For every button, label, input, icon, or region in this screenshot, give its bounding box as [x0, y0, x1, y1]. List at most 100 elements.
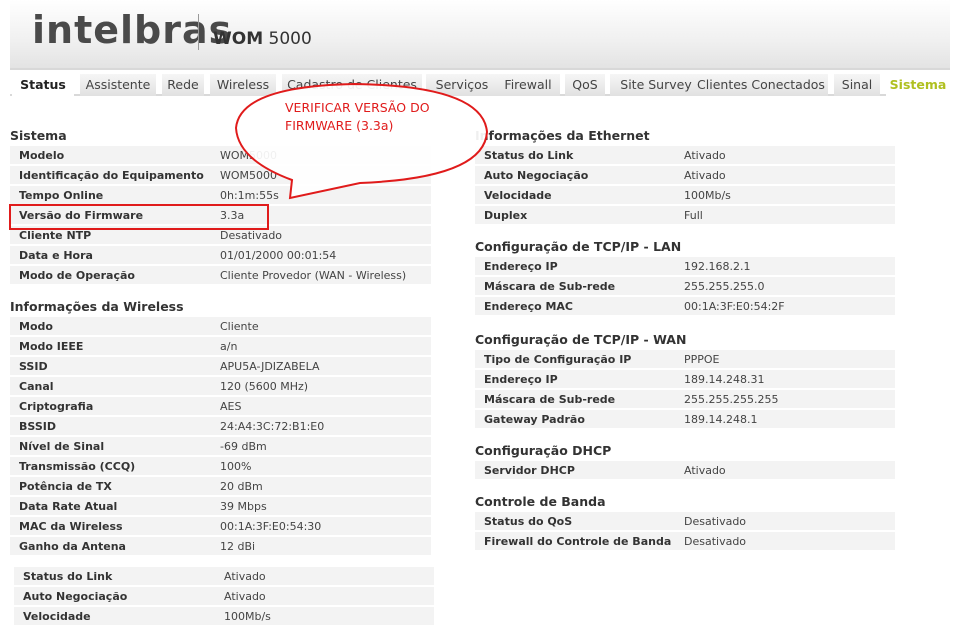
row-value: 20 dBm	[220, 480, 263, 493]
annotation-line-2: FIRMWARE (3.3a)	[285, 118, 394, 133]
row-value: APU5A-JDIZABELA	[220, 360, 320, 373]
banda-row-firewall: Firewall do Controle de Banda Desativado	[475, 532, 895, 551]
row-label: Canal	[19, 380, 54, 393]
sistema-row-identificacao: Identificação do Equipamento WOM5000	[10, 166, 431, 185]
lan-row-endereco-ip: Endereço IP 192.168.2.1	[475, 257, 895, 276]
wireless-title: Informações da Wireless	[10, 299, 184, 314]
tab-cadastro-de-clientes[interactable]: Cadastro de Clientes	[282, 74, 422, 96]
wireless-row-modo: Modo Cliente	[10, 317, 431, 336]
wan-row-gateway: Gateway Padrão 189.14.248.1	[475, 410, 895, 429]
row-label: Data e Hora	[19, 249, 93, 262]
product-name: WOM	[213, 29, 264, 49]
wireless-row-transmissao: Transmissão (CCQ) 100%	[10, 457, 431, 476]
row-label: Servidor DHCP	[484, 464, 575, 477]
row-value: Ativado	[684, 149, 726, 162]
ethernet-row-velocidade: Velocidade 100Mb/s	[475, 186, 895, 205]
row-label: Auto Negociação	[484, 169, 589, 182]
tab-assistente[interactable]: Assistente	[80, 74, 156, 96]
row-value: 24:A4:3C:72:B1:E0	[220, 420, 325, 433]
row-label: Tipo de Configuração IP	[484, 353, 632, 366]
row-value: Desativado	[684, 515, 747, 528]
row-label: Nível de Sinal	[19, 440, 105, 453]
wan-row-tipo-config: Tipo de Configuração IP PPPOE	[475, 350, 895, 369]
extra-row-velocidade: Velocidade 100Mb/s	[14, 607, 434, 626]
row-label: Modo	[19, 320, 53, 333]
row-value: Full	[684, 209, 703, 222]
row-value: 12 dBi	[220, 540, 256, 553]
wireless-row-ssid: SSID APU5A-JDIZABELA	[10, 357, 431, 376]
row-value: 01/01/2000 00:01:54	[220, 249, 337, 262]
tab-sinal[interactable]: Sinal	[834, 74, 880, 96]
tab-wireless[interactable]: Wireless	[210, 74, 276, 96]
firmware-highlight-box	[9, 204, 269, 230]
tcpip-lan-title: Configuração de TCP/IP - LAN	[475, 239, 682, 254]
row-label: Velocidade	[23, 610, 91, 623]
row-label: Modo de Operação	[19, 269, 135, 282]
row-value: 100Mb/s	[224, 610, 271, 623]
wireless-row-canal: Canal 120 (5600 MHz)	[10, 377, 431, 396]
row-label: BSSID	[19, 420, 56, 433]
product-title: WOM 5000	[213, 29, 312, 49]
tab-qos[interactable]: QoS	[565, 74, 605, 96]
row-value: WOM5000	[220, 149, 278, 162]
wan-row-endereco-ip: Endereço IP 189.14.248.31	[475, 370, 895, 389]
wireless-row-bssid: BSSID 24:A4:3C:72:B1:E0	[10, 417, 431, 436]
dhcp-row-servidor: Servidor DHCP Ativado	[475, 461, 895, 480]
row-label: Ganho da Antena	[19, 540, 126, 553]
row-label: Auto Negociação	[23, 590, 128, 603]
row-label: Identificação do Equipamento	[19, 169, 204, 182]
row-label: SSID	[19, 360, 48, 373]
sistema-title: Sistema	[10, 128, 67, 143]
row-value: Cliente	[220, 320, 259, 333]
tab-site-survey[interactable]: Site Survey	[610, 74, 702, 96]
wireless-row-potencia-tx: Potência de TX 20 dBm	[10, 477, 431, 496]
row-label: Status do Link	[23, 570, 113, 583]
tab-sistema[interactable]: Sistema	[886, 74, 950, 96]
tab-firewall[interactable]: Firewall	[496, 74, 560, 96]
wireless-row-ganho-antena: Ganho da Antena 12 dBi	[10, 537, 431, 556]
row-value: 192.168.2.1	[684, 260, 751, 273]
app-header: intelbras WOM 5000	[10, 0, 950, 70]
row-value: -69 dBm	[220, 440, 267, 453]
ethernet-title: Informações da Ethernet	[475, 128, 650, 143]
extra-row-auto-negociacao: Auto Negociação Ativado	[14, 587, 434, 606]
row-value: Ativado	[224, 590, 266, 603]
wireless-row-criptografia: Criptografia AES	[10, 397, 431, 416]
banda-row-status-qos: Status do QoS Desativado	[475, 512, 895, 531]
row-value: WOM5000	[220, 169, 278, 182]
row-label: Endereço MAC	[484, 300, 574, 313]
ethernet-row-status-link: Status do Link Ativado	[475, 146, 895, 165]
row-value: a/n	[220, 340, 238, 353]
sistema-row-tempo-online: Tempo Online 0h:1m:55s	[10, 186, 431, 205]
row-value: AES	[220, 400, 242, 413]
tab-clientes-conectados[interactable]: Clientes Conectados	[694, 74, 828, 96]
wireless-row-mac: MAC da Wireless 00:1A:3F:E0:54:30	[10, 517, 431, 536]
row-value: 255.255.255.0	[684, 280, 765, 293]
row-label: Firewall do Controle de Banda	[484, 535, 672, 548]
row-value: 00:1A:3F:E0:54:30	[220, 520, 322, 533]
extra-row-status-link: Status do Link Ativado	[14, 567, 434, 586]
row-label: Máscara de Sub-rede	[484, 280, 616, 293]
wireless-row-data-rate: Data Rate Atual 39 Mbps	[10, 497, 431, 516]
row-value: Ativado	[684, 464, 726, 477]
row-value: Cliente Provedor (WAN - Wireless)	[220, 269, 407, 282]
tab-rede[interactable]: Rede	[162, 74, 204, 96]
row-label: Tempo Online	[19, 189, 104, 202]
tab-status[interactable]: Status	[12, 74, 74, 96]
tab-servicos[interactable]: Serviços	[426, 74, 498, 96]
row-label: Potência de TX	[19, 480, 112, 493]
row-value: 255.255.255.255	[684, 393, 779, 406]
row-value: Desativado	[684, 535, 747, 548]
row-label: Velocidade	[484, 189, 552, 202]
row-value: 189.14.248.1	[684, 413, 758, 426]
row-label: Data Rate Atual	[19, 500, 118, 513]
row-value: Ativado	[684, 169, 726, 182]
row-label: Modelo	[19, 149, 65, 162]
row-label: Criptografia	[19, 400, 94, 413]
sistema-row-modelo: Modelo WOM5000	[10, 146, 431, 165]
ethernet-row-duplex: Duplex Full	[475, 206, 895, 225]
row-label: Transmissão (CCQ)	[19, 460, 136, 473]
lan-row-endereco-mac: Endereço MAC 00:1A:3F:E0:54:2F	[475, 297, 895, 316]
banda-title: Controle de Banda	[475, 494, 606, 509]
row-label: Máscara de Sub-rede	[484, 393, 616, 406]
